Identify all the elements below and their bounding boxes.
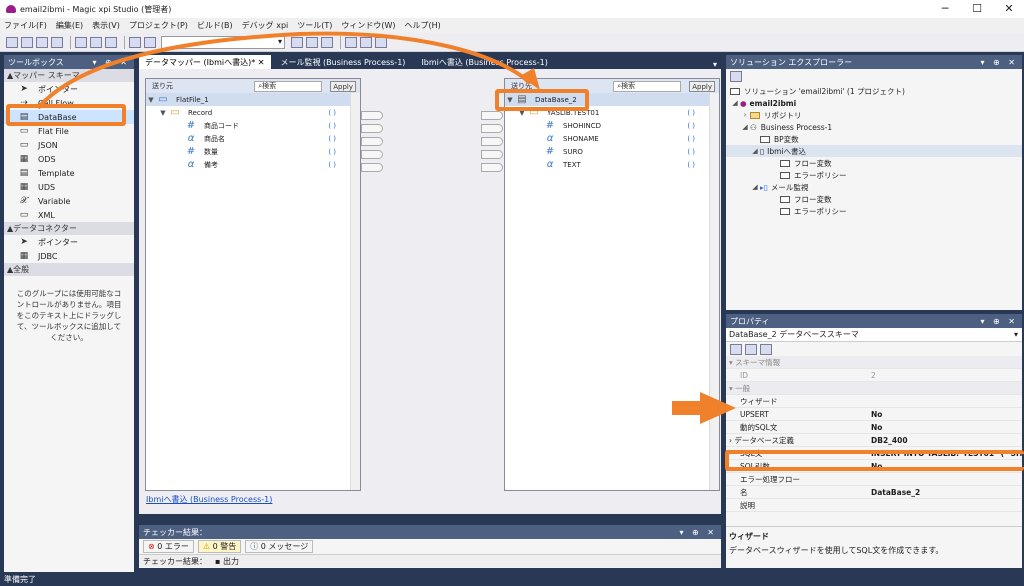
right-arrow-head [700, 392, 736, 424]
annotation-arrows [36, 31, 736, 424]
right-arrow-shaft [672, 401, 702, 415]
curved-arrow-line [36, 31, 532, 110]
